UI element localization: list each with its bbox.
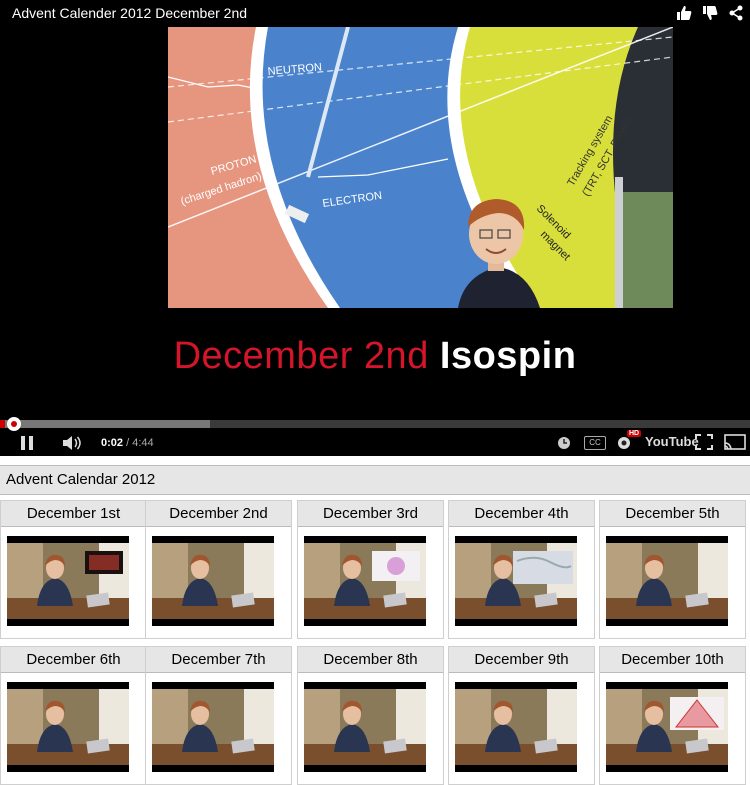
playlist-item-thumbnail[interactable] — [606, 682, 728, 772]
scrubber-handle[interactable] — [7, 417, 21, 431]
playlist-item-header[interactable]: December 2nd — [146, 501, 291, 527]
hd-badge: HD — [627, 430, 642, 437]
current-time: 0:02 — [101, 437, 124, 449]
playlist-item-thumbnail[interactable] — [152, 536, 274, 626]
playlist-item[interactable]: December 5th — [599, 500, 746, 639]
captions-button[interactable]: CC — [584, 436, 606, 450]
playlist-item-thumbnail[interactable] — [152, 682, 274, 772]
playlist-title: Advent Calendar 2012 — [6, 471, 156, 488]
progress-bar[interactable] — [0, 420, 750, 428]
playlist-item-header[interactable]: December 10th — [600, 647, 745, 673]
playlist-item[interactable]: December 7th — [145, 646, 292, 785]
playlist-item-header[interactable]: December 7th — [146, 647, 291, 673]
playlist-item-header[interactable]: December 5th — [600, 501, 745, 527]
playlist-item-header[interactable]: December 9th — [449, 647, 594, 673]
playlist-item-header[interactable]: December 4th — [449, 501, 594, 527]
playlist-item-label: December 2nd — [169, 505, 268, 522]
playlist-item[interactable]: December 10th — [599, 646, 746, 785]
playlist-item[interactable]: December 6th — [0, 646, 147, 785]
thumbs-up-icon[interactable] — [676, 5, 692, 21]
playlist-header: Advent Calendar 2012 — [0, 465, 750, 495]
playlist-item-header[interactable]: December 6th — [1, 647, 146, 673]
playlist-item-thumbnail[interactable] — [455, 536, 577, 626]
playlist-item-header[interactable]: December 8th — [298, 647, 443, 673]
playlist-item-thumbnail[interactable] — [304, 682, 426, 772]
pause-icon[interactable] — [20, 436, 34, 453]
playlist-item[interactable]: December 9th — [448, 646, 595, 785]
duration: 4:44 — [132, 437, 154, 449]
caption-date: December 2nd — [173, 335, 429, 377]
playlist-item-label: December 6th — [26, 651, 121, 668]
playlist-item-label: December 9th — [474, 651, 569, 668]
share-icon[interactable] — [728, 5, 744, 21]
time-display: 0:02 / 4:44 — [101, 437, 154, 449]
video-caption: December 2nd Isospin — [0, 335, 750, 378]
playlist-item[interactable]: December 2nd — [145, 500, 292, 639]
progress-played — [0, 420, 5, 428]
playlist-item-header[interactable]: December 3rd — [298, 501, 443, 527]
playlist-item-label: December 10th — [621, 651, 724, 668]
playlist-item[interactable]: December 8th — [297, 646, 444, 785]
video-player[interactable]: Advent Calender 2012 December 2nd NEUTRO… — [0, 0, 750, 456]
playlist-item-label: December 4th — [474, 505, 569, 522]
playlist-item[interactable]: December 3rd — [297, 500, 444, 639]
playlist-item-thumbnail[interactable] — [7, 536, 129, 626]
playlist-item-thumbnail[interactable] — [304, 536, 426, 626]
youtube-logo[interactable]: YouTube — [645, 434, 699, 449]
caption-topic: Isospin — [439, 335, 577, 377]
playlist-item-label: December 7th — [171, 651, 266, 668]
fullscreen-icon[interactable] — [695, 434, 713, 453]
progress-loaded — [0, 420, 210, 428]
playlist-item-thumbnail[interactable] — [606, 536, 728, 626]
playlist-item-label: December 8th — [323, 651, 418, 668]
playlist-item-label: December 3rd — [322, 505, 419, 522]
playlist-item[interactable]: December 4th — [448, 500, 595, 639]
cast-icon[interactable] — [724, 434, 746, 453]
playlist-item-header[interactable]: December 1st — [1, 501, 146, 527]
playlist-item[interactable]: December 1st — [0, 500, 147, 639]
volume-icon[interactable] — [62, 436, 82, 453]
playlist-item-thumbnail[interactable] — [455, 682, 577, 772]
video-title[interactable]: Advent Calender 2012 December 2nd — [12, 5, 247, 21]
watch-later-icon[interactable] — [557, 436, 571, 453]
playlist-item-thumbnail[interactable] — [7, 682, 129, 772]
control-bar: 0:02 / 4:44 CC HD YouTube — [0, 430, 750, 456]
thumbs-down-icon[interactable] — [702, 5, 718, 21]
video-frame[interactable]: NEUTRON PROTON (charged hadron) ELECTRON… — [168, 27, 673, 308]
playlist-item-label: December 1st — [26, 505, 121, 522]
top-actions — [676, 5, 744, 21]
time-separator: / — [123, 437, 133, 449]
playlist-item-label: December 5th — [625, 505, 720, 522]
